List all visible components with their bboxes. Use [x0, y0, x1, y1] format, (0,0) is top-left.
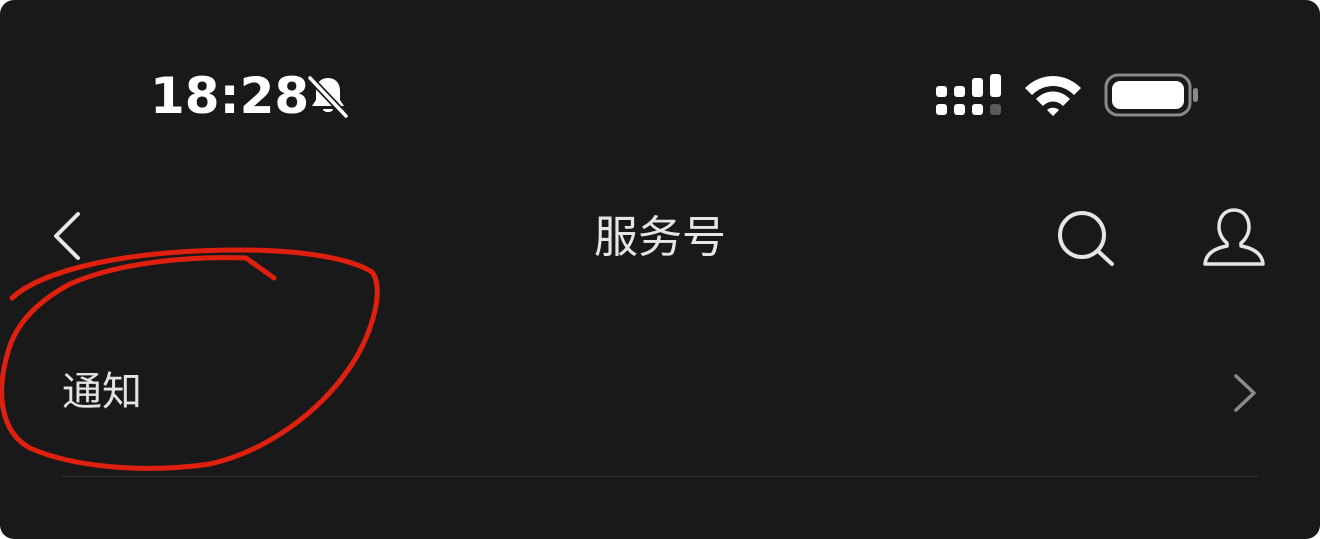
bell-slash-icon [306, 74, 350, 120]
list-item-notifications[interactable]: 通知 [0, 330, 1320, 476]
status-time: 18:28 [150, 67, 310, 125]
chevron-right-icon [1234, 374, 1256, 412]
screen: 18:28 服务号 通知 [0, 0, 1320, 539]
search-icon[interactable] [1054, 208, 1118, 268]
back-chevron-icon[interactable] [46, 208, 86, 264]
cellular-signal-icon [936, 74, 1001, 115]
wifi-icon [1025, 76, 1081, 116]
divider [62, 476, 1258, 477]
battery-icon [1104, 73, 1198, 117]
profile-icon[interactable] [1200, 206, 1268, 268]
page-title: 服务号 [594, 212, 726, 263]
list-item-label: 通知 [62, 369, 142, 415]
